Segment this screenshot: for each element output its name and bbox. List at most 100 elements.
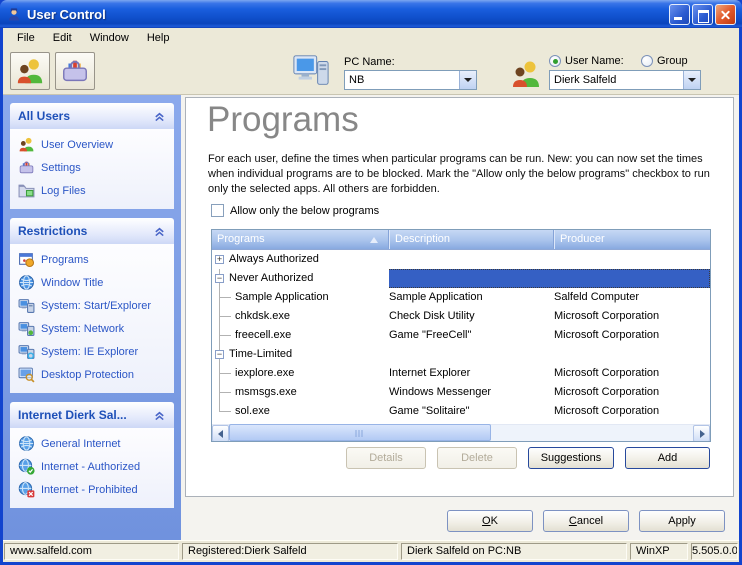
minimize-button[interactable] xyxy=(669,4,690,25)
sidebar-item-log-files[interactable]: Log Files xyxy=(10,179,174,202)
computer-ie-icon xyxy=(18,343,35,360)
sidebar-item-label: Internet - Authorized xyxy=(41,461,140,473)
scroll-right-icon[interactable] xyxy=(693,425,710,442)
action-buttons: Details Delete Suggestions Add xyxy=(346,447,710,469)
main-area: Programs For each user, define the times… xyxy=(181,95,739,540)
description-cell: Game "Solitaire" xyxy=(389,402,554,421)
sidebar-item-system-ie-explorer[interactable]: System: IE Explorer xyxy=(10,340,174,363)
table-row-time-limited[interactable]: −Time-Limited xyxy=(212,345,710,364)
sidebar-section-internet-dierk-sal: Internet Dierk Sal... General Internet Int… xyxy=(10,402,174,508)
sidebar-item-window-title[interactable]: Window Title xyxy=(10,271,174,294)
toolbox-icon xyxy=(60,56,90,86)
tree-line xyxy=(220,335,231,336)
users-toolbar-button[interactable] xyxy=(10,52,50,90)
description-cell: Sample Application xyxy=(389,288,554,307)
footer-buttons: OK Cancel Apply xyxy=(447,510,725,532)
scroll-left-icon[interactable] xyxy=(212,425,229,442)
group-radio[interactable]: Group xyxy=(641,55,688,67)
sidebar-item-desktop-protection[interactable]: Desktop Protection xyxy=(10,363,174,386)
menu-item-file[interactable]: File xyxy=(8,30,44,46)
table-row-never-authorized[interactable]: −Never Authorized xyxy=(212,269,710,288)
user-control-window: { "window": { "title": "User Control" },… xyxy=(0,0,742,565)
users-icon xyxy=(510,58,542,90)
dropdown-arrow-icon[interactable] xyxy=(683,71,700,89)
row-label: msmsgs.exe xyxy=(235,386,297,398)
sidebar-item-label: Desktop Protection xyxy=(41,369,134,381)
radio-selected-icon xyxy=(549,55,561,67)
sidebar-item-settings[interactable]: Settings xyxy=(10,156,174,179)
suggestions-button[interactable]: Suggestions xyxy=(528,447,614,469)
chevron-double-up-icon xyxy=(153,409,166,422)
dropdown-arrow-icon[interactable] xyxy=(459,71,476,89)
user-name-combobox[interactable]: Dierk Salfeld xyxy=(549,70,701,90)
settings-toolbar-button[interactable] xyxy=(55,52,95,90)
producer-cell xyxy=(554,269,710,288)
sidebar-section-header[interactable]: Restrictions xyxy=(10,218,174,244)
sidebar-item-internet-prohibited[interactable]: Internet - Prohibited xyxy=(10,478,174,501)
menu-item-help[interactable]: Help xyxy=(138,30,179,46)
row-description: Check Disk Utility xyxy=(389,310,475,322)
title-bar[interactable]: User Control xyxy=(0,0,742,28)
menu-item-edit[interactable]: Edit xyxy=(44,30,81,46)
status-segment-2: Dierk Salfeld on PC:NB xyxy=(401,543,627,560)
column-header-producer[interactable]: Producer xyxy=(554,230,710,249)
description-cell: Internet Explorer xyxy=(389,364,554,383)
sidebar-item-system-network[interactable]: System: Network xyxy=(10,317,174,340)
sidebar-item-system-start-explorer[interactable]: System: Start/Explorer xyxy=(10,294,174,317)
table-row-msmsgs-exe[interactable]: msmsgs.exe Windows MessengerMicrosoft Cor… xyxy=(212,383,710,402)
row-label: iexplore.exe xyxy=(235,367,294,379)
tree-line xyxy=(219,364,220,383)
program-cell: −Time-Limited xyxy=(212,345,389,364)
user-name-radio[interactable]: User Name: xyxy=(549,55,624,67)
tree-line xyxy=(219,288,220,307)
program-cell: freecell.exe xyxy=(212,326,389,345)
scrollbar-track[interactable] xyxy=(229,425,693,441)
ok-button[interactable]: OK xyxy=(447,510,533,532)
toolbox-icon xyxy=(18,159,35,176)
producer-cell: Microsoft Corporation xyxy=(554,383,710,402)
sidebar-section-header[interactable]: Internet Dierk Sal... xyxy=(10,402,174,428)
sidebar-item-label: System: IE Explorer xyxy=(41,346,138,358)
status-segment-3: WinXP xyxy=(630,543,688,560)
table-row-always-authorized[interactable]: +Always Authorized xyxy=(212,250,710,269)
row-label: sol.exe xyxy=(235,405,270,417)
close-button[interactable] xyxy=(715,4,736,25)
table-row-chkdsk-exe[interactable]: chkdsk.exeCheck Disk UtilityMicrosoft Co… xyxy=(212,307,710,326)
pc-name-combobox[interactable]: NB xyxy=(344,70,477,90)
allow-only-checkbox-row[interactable]: Allow only the below programs xyxy=(211,204,379,217)
horizontal-scrollbar[interactable] xyxy=(212,424,710,441)
description-cell: Windows Messenger xyxy=(389,383,554,402)
delete-button[interactable]: Delete xyxy=(437,447,517,469)
sidebar-item-internet-authorized[interactable]: Internet - Authorized xyxy=(10,455,174,478)
page-description: For each user, define the times when par… xyxy=(208,152,722,197)
table-row-freecell-exe[interactable]: freecell.exeGame "FreeCell"Microsoft Cor… xyxy=(212,326,710,345)
collapse-box-icon[interactable]: − xyxy=(215,274,224,283)
checkbox-unchecked-icon[interactable] xyxy=(211,204,224,217)
column-header-programs[interactable]: Programs xyxy=(212,230,389,249)
table-row-iexplore-exe[interactable]: iexplore.exeInternet ExplorerMicrosoft C… xyxy=(212,364,710,383)
maximize-button[interactable] xyxy=(692,4,713,25)
add-button[interactable]: Add xyxy=(625,447,710,469)
apply-button[interactable]: Apply xyxy=(639,510,725,532)
cancel-button[interactable]: Cancel xyxy=(543,510,629,532)
expand-box-icon[interactable]: + xyxy=(215,255,224,264)
sidebar-item-user-overview[interactable]: User Overview xyxy=(10,133,174,156)
menu-item-window[interactable]: Window xyxy=(81,30,138,46)
program-cell: iexplore.exe xyxy=(212,364,389,383)
programs-panel: Programs For each user, define the times… xyxy=(185,97,734,497)
tree-line xyxy=(219,402,220,412)
sidebar-section-header[interactable]: All Users xyxy=(10,103,174,129)
pc-name-label: PC Name: xyxy=(344,56,395,68)
scrollbar-thumb[interactable] xyxy=(229,424,491,441)
sidebar-item-general-internet[interactable]: General Internet xyxy=(10,432,174,455)
details-button[interactable]: Details xyxy=(346,447,426,469)
toolbar: PC Name: NB User Name: Group Dierk Salfe… xyxy=(3,48,739,95)
table-row-sample-application[interactable]: Sample ApplicationSample ApplicationSalf… xyxy=(212,288,710,307)
collapse-box-icon[interactable]: − xyxy=(215,350,224,359)
table-row-sol-exe[interactable]: sol.exeGame "Solitaire"Microsoft Corpora… xyxy=(212,402,710,421)
row-producer: Salfeld Computer xyxy=(554,291,639,303)
sidebar-section-restrictions: RestrictionsProgramsWindow TitleSystem: … xyxy=(10,218,174,393)
sidebar-item-programs[interactable]: Programs xyxy=(10,248,174,271)
column-header-description[interactable]: Description xyxy=(389,230,554,249)
sidebar-section-body: User OverviewSettingsLog Files xyxy=(10,129,174,209)
